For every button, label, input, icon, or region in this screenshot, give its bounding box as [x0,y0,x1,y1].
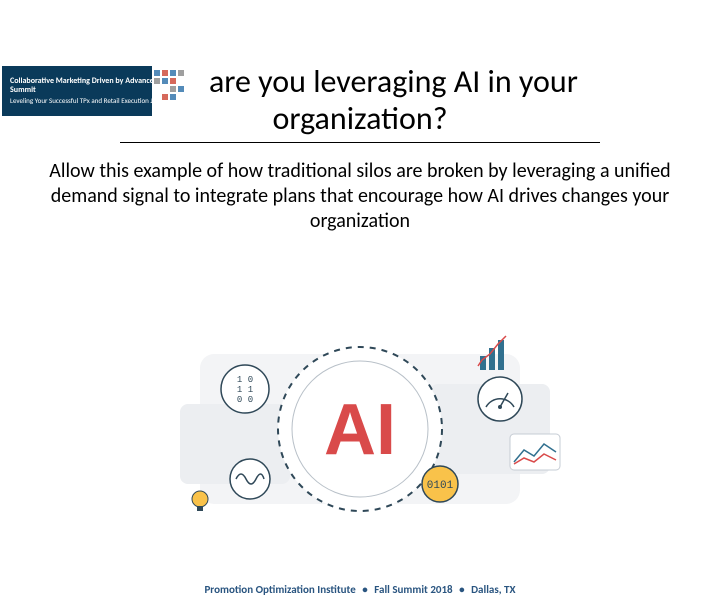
gauge-icon [478,377,522,421]
body-paragraph: Allow this example of how traditional si… [0,159,720,234]
sparkline-icon [510,434,560,470]
binary-badge-icon: 0101 [422,466,458,502]
footer: Promotion Optimization Institute • Fall … [0,583,720,596]
separator-icon: • [459,583,464,596]
footer-location: Dallas, TX [471,583,515,596]
ai-center-label: AI [324,390,396,470]
event-banner: Collaborative Marketing Driven by Advanc… [2,66,202,116]
lightbulb-icon [192,491,208,511]
svg-text:1 1: 1 1 [237,385,253,395]
footer-event: Fall Summit 2018 [374,583,452,596]
bar-chart-icon [478,336,506,370]
footer-org: Promotion Optimization Institute [204,583,355,596]
svg-text:1 0: 1 0 [237,375,253,385]
separator-icon: • [362,583,367,596]
svg-text:0 0: 0 0 [237,395,253,405]
ai-illustration: AI 1 0 1 1 0 0 0101 [0,324,720,544]
svg-text:0101: 0101 [427,480,454,492]
poi-logo-icon [152,68,194,110]
